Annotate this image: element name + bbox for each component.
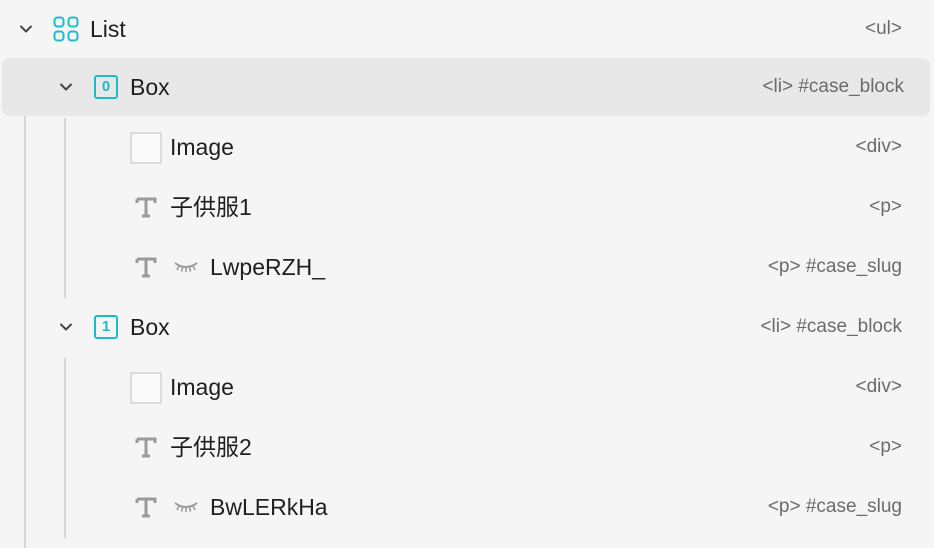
layer-tree: List <ul> 0 Box <li> #case_block Image <… xyxy=(0,0,934,548)
eye-closed-icon[interactable] xyxy=(173,260,199,274)
tree-row-box-0[interactable]: 0 Box <li> #case_block xyxy=(2,58,930,116)
tree-row-tag: <ul> xyxy=(865,18,902,39)
tree-row-tag: <p> #case_slug xyxy=(767,496,902,517)
eye-closed-icon[interactable] xyxy=(173,500,199,514)
tree-row-label: BwLERkHa xyxy=(210,494,328,520)
tree-row-label: 子供服2 xyxy=(170,434,252,460)
text-icon xyxy=(135,196,157,218)
image-placeholder-icon xyxy=(130,372,162,404)
tree-row-text-hidden[interactable]: LwpeRZH_ <p> #case_slug xyxy=(0,238,930,296)
chevron-down-icon[interactable] xyxy=(58,319,74,335)
tree-row-image[interactable]: Image <div> xyxy=(0,358,930,416)
image-placeholder-icon xyxy=(130,132,162,164)
tree-row-text[interactable]: 子供服1 <p> xyxy=(0,178,930,236)
tree-row-label: Box xyxy=(130,74,170,100)
tree-row-label: 子供服1 xyxy=(170,194,252,220)
tree-row-label: Box xyxy=(130,314,170,340)
text-icon xyxy=(135,256,157,278)
chevron-down-icon[interactable] xyxy=(58,79,74,95)
index-badge-icon: 1 xyxy=(94,315,118,339)
text-icon xyxy=(135,496,157,518)
tree-row-tag: <p> xyxy=(869,196,902,217)
tree-row-tag: <li> #case_block xyxy=(762,76,904,97)
tree-row-text-hidden[interactable]: BwLERkHa <p> #case_slug xyxy=(0,478,930,536)
tree-row-list[interactable]: List <ul> xyxy=(0,0,930,58)
chevron-down-icon[interactable] xyxy=(18,21,34,37)
tree-row-box-1[interactable]: 1 Box <li> #case_block xyxy=(0,298,930,356)
tree-row-label: Image xyxy=(170,134,234,160)
tree-row-label: List xyxy=(90,16,126,42)
tree-row-image[interactable]: Image <div> xyxy=(0,118,930,176)
tree-row-tag: <p> #case_slug xyxy=(767,256,902,277)
tree-row-tag: <p> xyxy=(869,436,902,457)
index-badge-icon: 0 xyxy=(94,75,118,99)
tree-row-tag: <div> xyxy=(855,136,902,157)
text-icon xyxy=(135,436,157,458)
tree-row-tag: <li> #case_block xyxy=(760,316,902,337)
tree-row-label: LwpeRZH_ xyxy=(210,254,326,280)
tree-row-label: Image xyxy=(170,374,234,400)
grid-icon xyxy=(53,16,79,42)
tree-row-text[interactable]: 子供服2 <p> xyxy=(0,418,930,476)
tree-row-tag: <div> xyxy=(855,376,902,397)
